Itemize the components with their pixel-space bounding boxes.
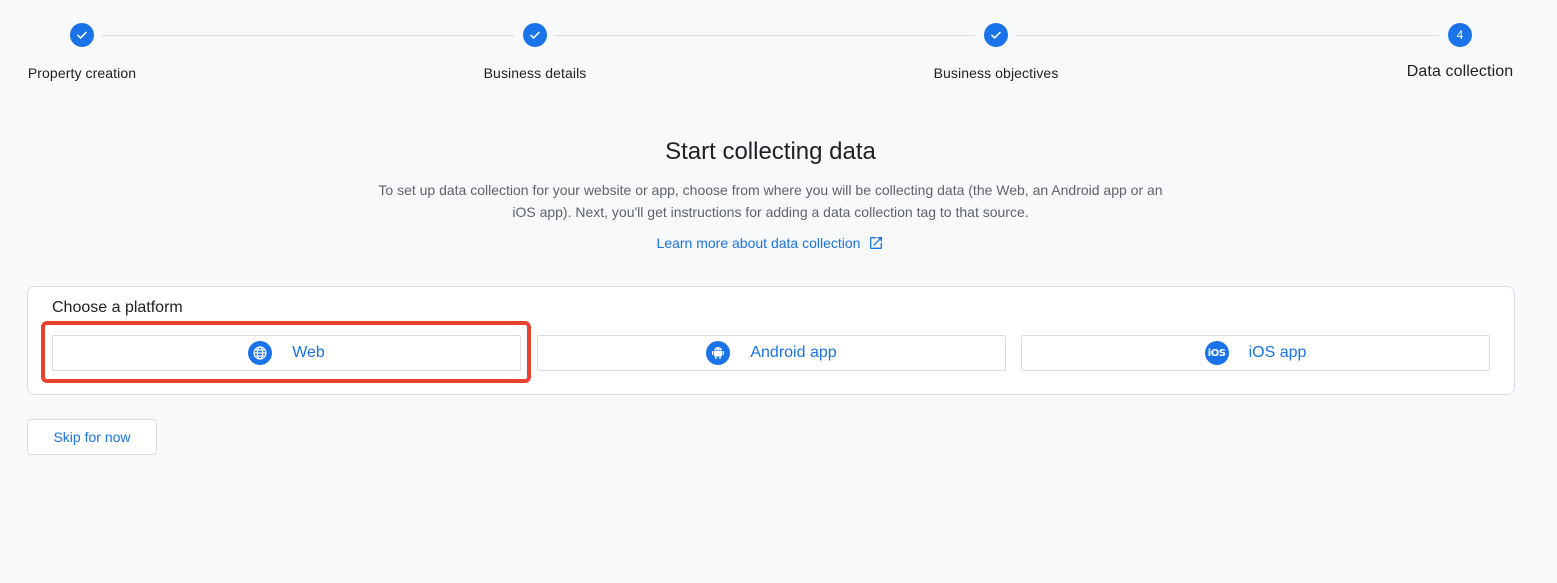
external-link-icon xyxy=(870,237,883,249)
android-platform-button[interactable]: Android app xyxy=(537,335,1006,371)
step-4-number: 4 xyxy=(1448,23,1472,47)
step-connector xyxy=(555,35,975,36)
step-label-business-details: Business details xyxy=(483,65,587,81)
page-description: To set up data collection for your websi… xyxy=(378,182,1163,220)
android-platform-label: Android app xyxy=(750,344,837,361)
platform-card: Choose a platform Web Android app iOS iO… xyxy=(27,286,1515,395)
web-platform-button[interactable]: Web xyxy=(52,335,521,371)
ios-platform-label: iOS app xyxy=(1248,344,1307,361)
web-platform-label: Web xyxy=(292,344,325,361)
learn-more-label: Learn more about data collection xyxy=(656,235,861,251)
ios-icon: iOS xyxy=(1204,341,1229,365)
page-title: Start collecting data xyxy=(665,138,876,165)
step-3-check-icon xyxy=(984,23,1008,47)
platform-heading: Choose a platform xyxy=(52,299,183,316)
step-label-business-objectives: Business objectives xyxy=(933,65,1059,81)
step-label-property-creation: Property creation xyxy=(27,65,137,81)
step-connector xyxy=(1016,35,1439,36)
globe-icon xyxy=(248,341,273,365)
step-label-data-collection: Data collection xyxy=(1406,63,1514,80)
step-2-check-icon xyxy=(523,23,547,47)
step-1-check-icon xyxy=(70,23,94,47)
progress-stepper: 4 Property creation Business details Bus… xyxy=(0,0,1557,100)
ios-icon-text: iOS xyxy=(1207,347,1226,359)
skip-for-now-button[interactable]: Skip for now xyxy=(27,419,157,455)
step-connector xyxy=(102,35,514,36)
android-icon xyxy=(706,341,731,365)
ios-platform-button[interactable]: iOS iOS app xyxy=(1021,335,1490,371)
learn-more-link[interactable]: Learn more about data collection xyxy=(0,235,1541,251)
